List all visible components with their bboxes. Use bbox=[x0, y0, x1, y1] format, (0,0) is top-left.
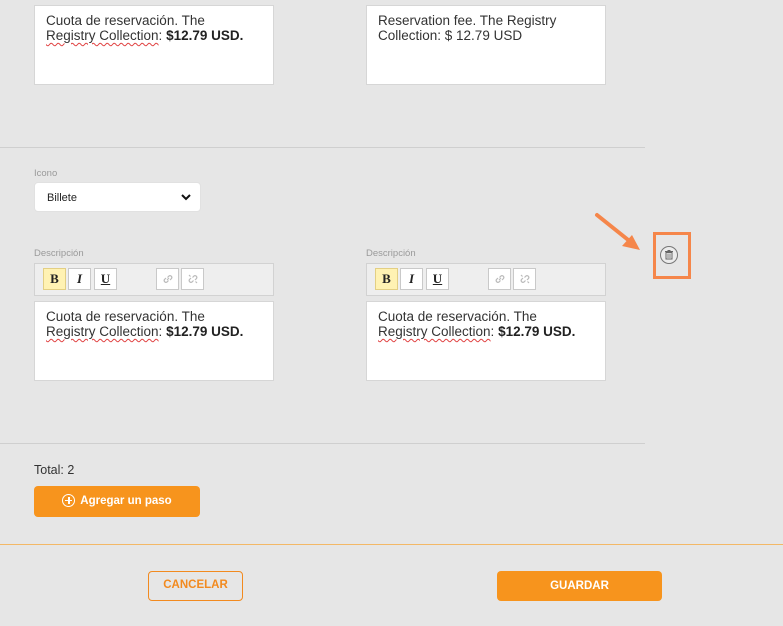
desc-price: $12.79 USD. bbox=[498, 324, 576, 339]
underline-button[interactable]: U bbox=[94, 268, 117, 290]
section-divider bbox=[0, 443, 645, 444]
desc-text: Cuota de reservación. The bbox=[378, 309, 537, 324]
italic-button[interactable]: I bbox=[68, 268, 91, 290]
desc-link-text: Registry Collection bbox=[378, 324, 491, 339]
unlink-button[interactable] bbox=[181, 268, 204, 290]
save-button[interactable]: GUARDAR bbox=[497, 571, 662, 601]
desc-link-text: Registry Collection bbox=[46, 324, 159, 339]
description-label-right: Descripción bbox=[366, 248, 416, 259]
add-step-label: Agregar un paso bbox=[80, 495, 172, 507]
editor-toolbar-right: B I U bbox=[366, 263, 606, 296]
cancel-button[interactable]: CANCELAR bbox=[148, 571, 243, 601]
trash-icon bbox=[665, 250, 673, 260]
icon-select-value: Billete bbox=[47, 192, 77, 204]
chevron-down-icon bbox=[181, 194, 191, 201]
step-divider bbox=[0, 147, 645, 148]
delete-step-button[interactable] bbox=[660, 246, 678, 264]
step1-description-es[interactable]: Cuota de reservación. The Registry Colle… bbox=[34, 5, 274, 85]
desc-sep: : bbox=[490, 324, 499, 339]
desc-price: $12.79 USD. bbox=[166, 324, 244, 339]
desc-text: Cuota de reservación. The bbox=[46, 13, 205, 28]
bold-button[interactable]: B bbox=[43, 268, 66, 290]
desc-sep: : bbox=[158, 28, 167, 43]
description-label-left: Descripción bbox=[34, 248, 84, 259]
unlink-button[interactable] bbox=[513, 268, 536, 290]
icon-label: Icono bbox=[34, 168, 58, 179]
italic-button[interactable]: I bbox=[400, 268, 423, 290]
link-icon bbox=[163, 275, 172, 283]
desc-sep: : bbox=[158, 324, 167, 339]
icon-select[interactable]: Billete bbox=[34, 182, 201, 212]
highlight-arrow bbox=[595, 213, 640, 250]
desc-text: Cuota de reservación. The bbox=[46, 309, 205, 324]
step1-description-en[interactable]: Reservation fee. The Registry Collection… bbox=[366, 5, 606, 85]
link-button[interactable] bbox=[488, 268, 511, 290]
desc-link-text: Registry Collection bbox=[46, 28, 159, 43]
unlink-icon bbox=[188, 274, 197, 284]
unlink-icon bbox=[520, 274, 529, 284]
bold-button[interactable]: B bbox=[375, 268, 398, 290]
editor-toolbar-left: B I U bbox=[34, 263, 274, 296]
desc-text-2: Collection: $ 12.79 USD bbox=[378, 28, 523, 43]
step2-description-other[interactable]: Cuota de reservación. The Registry Colle… bbox=[366, 301, 606, 381]
step2-description-es[interactable]: Cuota de reservación. The Registry Colle… bbox=[34, 301, 274, 381]
link-button[interactable] bbox=[156, 268, 179, 290]
footer-divider bbox=[0, 544, 783, 545]
total-count: Total: 2 bbox=[34, 463, 75, 477]
desc-text: Reservation fee. The Registry bbox=[378, 13, 557, 28]
link-icon bbox=[495, 275, 504, 283]
add-step-button[interactable]: Agregar un paso bbox=[34, 486, 200, 517]
desc-price: $12.79 USD. bbox=[166, 28, 244, 43]
plus-circle-icon bbox=[62, 494, 76, 507]
underline-button[interactable]: U bbox=[426, 268, 449, 290]
